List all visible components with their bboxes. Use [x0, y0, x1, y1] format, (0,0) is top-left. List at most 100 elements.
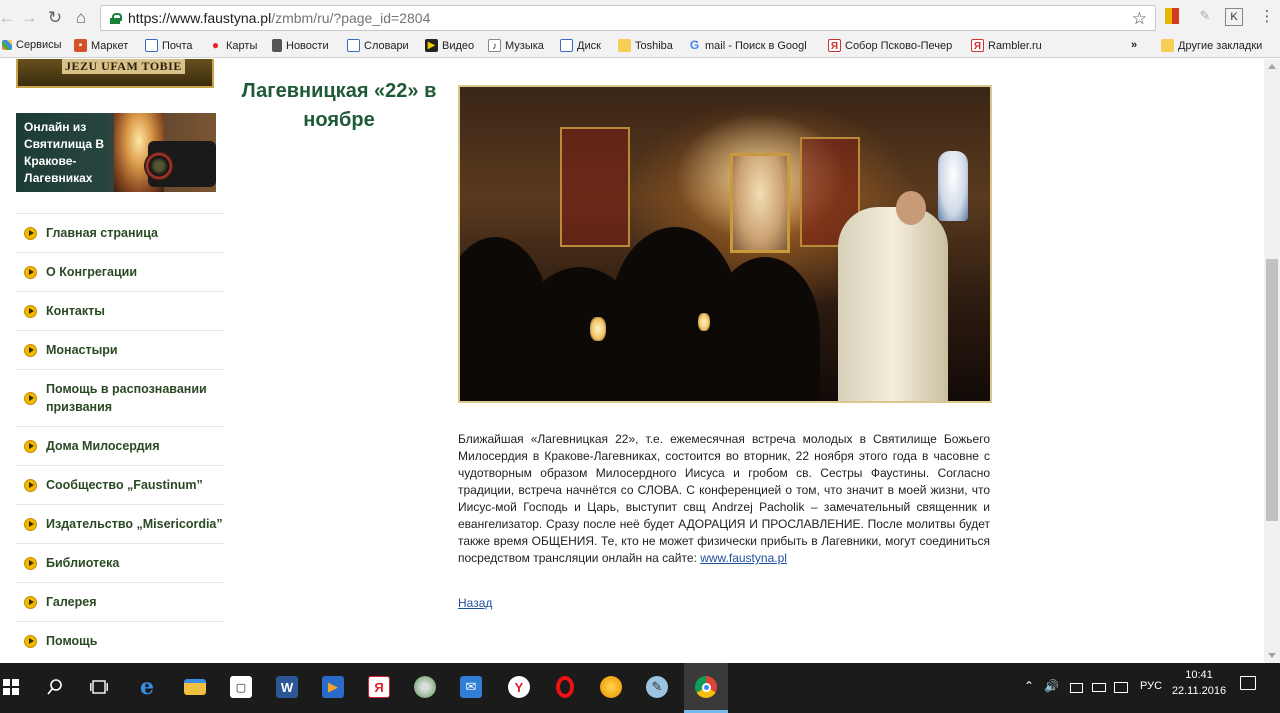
edge-browser-icon[interactable]: e [132, 672, 162, 702]
reload-icon[interactable]: ↻ [44, 7, 66, 29]
menu-item-vocation[interactable]: Помощь в распознавании призвания [16, 369, 224, 426]
virgin-mary-statue [938, 151, 968, 221]
menu-item-help[interactable]: Помощь [16, 621, 224, 660]
bookmark-news[interactable]: Новости [272, 39, 329, 52]
battery-icon[interactable] [1092, 683, 1106, 692]
menu-item-monasteries[interactable]: Монастыри [16, 330, 224, 369]
bookmark-label: mail - Поиск в Googl [705, 39, 807, 52]
menu-item-faustinum[interactable]: Сообщество „Faustinum” [16, 465, 224, 504]
priest-figure [838, 207, 948, 401]
menu-item-label: Библиотека [46, 556, 120, 570]
search-icon[interactable] [40, 672, 70, 702]
task-view-icon[interactable] [84, 672, 114, 702]
bookmark-label: Музыка [505, 39, 544, 52]
arrow-bullet-icon [24, 478, 37, 492]
yandex-browser-icon[interactable]: Я [364, 672, 394, 702]
bookmark-maps[interactable]: ● Карты [209, 39, 257, 52]
duck-app-icon[interactable] [596, 672, 626, 702]
scroll-down-arrow-icon[interactable] [1268, 653, 1276, 658]
windows-start-icon[interactable] [0, 672, 22, 702]
menu-item-about[interactable]: О Конгрегации [16, 252, 224, 291]
faustyna-link[interactable]: www.faustyna.pl [700, 551, 787, 565]
arrow-bullet-icon [24, 343, 37, 357]
language-indicator[interactable]: РУС [1140, 680, 1162, 692]
url-path: /zmbm/ru/?page_id=2804 [271, 10, 431, 26]
menu-item-label: Помощь [46, 634, 98, 648]
candle-light [698, 313, 710, 331]
address-bar[interactable]: https://www.faustyna.pl/zmbm/ru/?page_id… [100, 5, 1156, 31]
folder-icon [1161, 39, 1174, 52]
bookmark-other[interactable]: Другие закладки [1161, 39, 1262, 52]
menu-item-home[interactable]: Главная страница [16, 213, 224, 252]
mail-app-icon[interactable]: ✉ [456, 672, 486, 702]
extension-icon[interactable]: ✎ [1196, 8, 1214, 26]
jezu-ufam-tobie-banner[interactable]: JEZU UFAM TOBIE [16, 59, 214, 88]
bookmark-label: Видео [442, 39, 475, 52]
bookmark-dictionaries[interactable]: Словари [347, 39, 409, 52]
display-icon[interactable] [1114, 682, 1128, 693]
bookmark-label: Сервисы [16, 39, 62, 51]
tray-expand-icon[interactable]: ⌃ [1024, 679, 1034, 693]
paint-icon[interactable]: ✎ [642, 672, 672, 702]
menu-item-mercy-homes[interactable]: Дома Милосердия [16, 426, 224, 465]
menu-item-misericordia[interactable]: Издательство „Misericordia” [16, 504, 224, 543]
online-banner-text: Онлайн из Святилища В Кракове-Лагевниках [24, 120, 105, 185]
chrome-icon[interactable] [691, 672, 721, 702]
bookmark-mail[interactable]: Почта [145, 39, 193, 52]
online-broadcast-banner[interactable]: Онлайн из Святилища В Кракове-Лагевниках [16, 113, 216, 192]
extension-flag-icon[interactable] [1165, 8, 1179, 24]
bookmark-market[interactable]: ▪ Маркет [74, 39, 128, 52]
disk-icon [560, 39, 573, 52]
back-arrow-icon[interactable]: ← [0, 7, 16, 29]
taskbar-clock[interactable]: 10:41 22.11.2016 [1166, 667, 1232, 699]
menu-item-library[interactable]: Библиотека [16, 543, 224, 582]
menu-item-label: Помощь в распознавании призвания [46, 382, 207, 414]
media-player-icon[interactable]: ▶ [318, 672, 348, 702]
back-link[interactable]: Назад [458, 596, 492, 610]
bookmark-rambler[interactable]: Я Rambler.ru [971, 39, 1042, 52]
home-icon[interactable]: ⌂ [70, 7, 92, 29]
menu-item-contacts[interactable]: Контакты [16, 291, 224, 330]
menu-item-label: Дома Милосердия [46, 439, 160, 453]
store-icon[interactable]: ▢ [226, 672, 256, 702]
bookmark-music[interactable]: ♪ Музыка [488, 39, 544, 52]
congregation-silhouette [710, 257, 820, 401]
chapel-photo [458, 85, 992, 403]
bookmarks-overflow[interactable]: » [1131, 39, 1137, 51]
bookmark-toshiba[interactable]: Toshiba [618, 39, 673, 52]
priest-head [896, 191, 926, 225]
action-center-icon[interactable] [1240, 676, 1256, 690]
bookmark-google-mail[interactable]: Gmail - Поиск в Googl [688, 39, 807, 52]
clock-date: 22.11.2016 [1171, 685, 1227, 697]
menu-item-label: Сообщество „Faustinum” [46, 478, 203, 492]
article-text: Ближайшая «Лагевницкая 22», т.е. ежемеся… [458, 432, 990, 565]
extension-k-icon[interactable]: K [1225, 8, 1243, 26]
page-scrollbar[interactable] [1264, 59, 1280, 663]
forward-arrow-icon[interactable]: → [18, 7, 40, 29]
article-title: Лагевницкая «22» в ноябре [241, 80, 437, 131]
yandex-app-icon[interactable]: Y [504, 672, 534, 702]
scroll-up-arrow-icon[interactable] [1268, 64, 1276, 69]
bookmark-disk[interactable]: Диск [560, 39, 601, 52]
file-explorer-icon[interactable] [180, 672, 210, 702]
browser-toolbar: ← → ↻ ⌂ https://www.faustyna.pl/zmbm/ru/… [0, 0, 1280, 36]
bookmark-sobor[interactable]: Я Собор Псково-Печер [828, 39, 952, 52]
word-icon[interactable]: W [272, 672, 302, 702]
lock-icon [110, 12, 122, 24]
menu-item-gallery[interactable]: Галерея [16, 582, 224, 621]
arrow-bullet-icon [24, 226, 37, 240]
bookmark-video[interactable]: ▶ Видео [425, 39, 474, 52]
bookmark-star-icon[interactable]: ☆ [1132, 9, 1147, 29]
arrow-bullet-icon [24, 517, 37, 531]
disc-app-icon[interactable] [410, 672, 440, 702]
sidebar-menu: Главная страница О Конгрегации Контакты … [16, 213, 224, 660]
network-icon[interactable] [1070, 683, 1083, 693]
divine-mercy-painting [730, 153, 790, 253]
volume-icon[interactable]: 🔊 [1044, 679, 1059, 693]
bookmark-services[interactable]: Сервисы [2, 39, 62, 51]
chrome-menu-icon[interactable]: ⋮ [1258, 8, 1276, 26]
scrollbar-thumb[interactable] [1266, 259, 1278, 521]
arrow-bullet-icon [24, 634, 37, 648]
arrow-bullet-icon [24, 595, 37, 609]
opera-icon[interactable] [550, 672, 580, 702]
